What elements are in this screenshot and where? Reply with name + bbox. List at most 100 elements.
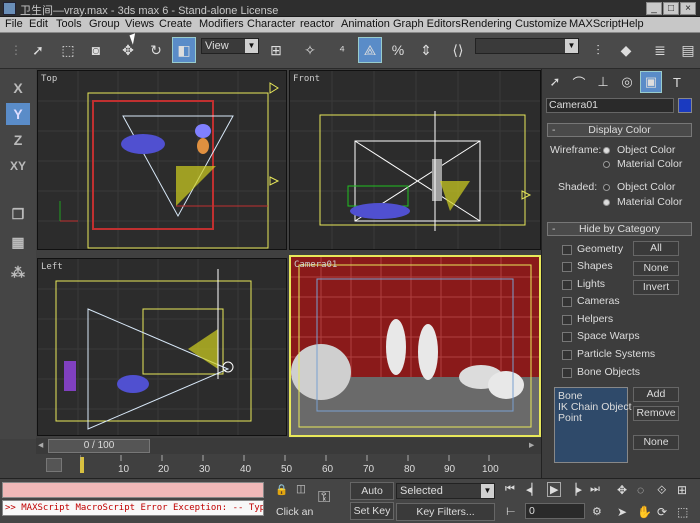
menu-views[interactable]: Views <box>125 18 154 30</box>
display-tab-icon[interactable]: ▣ <box>640 71 662 93</box>
create-tab-icon[interactable]: ➚ <box>544 71 566 93</box>
viewport-camera[interactable]: Camera01 <box>289 255 541 437</box>
wireframe-object-color-radio[interactable] <box>603 147 610 154</box>
lock-selection-icon[interactable]: 🔒 <box>275 483 288 496</box>
named-selection-dropdown[interactable]: ▼ <box>475 38 579 54</box>
none-button[interactable]: None <box>633 261 679 276</box>
viewport-top[interactable]: Top <box>37 70 287 250</box>
viewport-left[interactable]: Left <box>37 258 287 436</box>
menu-tools[interactable]: Tools <box>56 18 82 30</box>
geometry-checkbox[interactable] <box>562 245 572 255</box>
select-object-icon[interactable]: ➚ <box>26 37 50 63</box>
object-color-swatch[interactable] <box>678 98 692 113</box>
maximize-viewport-icon[interactable]: ⬚ <box>677 505 688 519</box>
category-list[interactable]: Bone IK Chain Object Point <box>554 387 632 463</box>
space-warps-checkbox[interactable] <box>562 332 572 342</box>
spacing-tool-icon[interactable]: ⁂ <box>6 261 30 283</box>
play-icon[interactable]: ▶ <box>547 482 562 497</box>
menu-file[interactable]: File <box>5 18 23 30</box>
invert-button[interactable]: Invert <box>633 280 679 295</box>
set-key-mode-icon[interactable]: ⚿ <box>318 489 330 507</box>
list-item[interactable]: Point <box>558 412 582 424</box>
previous-frame-icon[interactable]: ◂▏ <box>526 483 540 496</box>
menu-maxscript[interactable]: MAXScript <box>569 18 621 30</box>
axis-x-button[interactable]: X <box>6 77 30 99</box>
next-frame-icon[interactable]: ▕▸ <box>568 483 582 496</box>
time-slider[interactable]: ◂ 0 / 100 ▸ <box>36 438 541 454</box>
add-button[interactable]: Add <box>633 387 679 402</box>
curve-editor-icon[interactable]: ▤ <box>676 37 700 63</box>
utilities-tab-icon[interactable]: T <box>666 71 688 93</box>
set-key-button[interactable]: Set Key <box>350 502 394 520</box>
angle-snap-icon[interactable]: ⟁ <box>358 37 382 63</box>
zoom-icon[interactable]: ✥ <box>617 483 627 497</box>
snap-toggle-icon[interactable]: ⁴ <box>330 37 354 63</box>
particle-systems-checkbox[interactable] <box>562 350 572 360</box>
select-scale-icon[interactable]: ◧ <box>172 37 196 63</box>
go-to-start-icon[interactable]: ⏮ <box>505 483 515 496</box>
array-icon[interactable]: ❒ <box>6 203 30 225</box>
align-icon[interactable]: ◆ <box>614 37 638 63</box>
axis-xy-button[interactable]: XY <box>6 155 30 177</box>
named-selection-edit-icon[interactable]: ⟨⟩ <box>446 37 470 63</box>
mirror-icon[interactable]: ⫶ <box>586 37 610 63</box>
spinner-snap-icon[interactable]: ⇕ <box>414 37 438 63</box>
viewport-front[interactable]: Front <box>289 70 541 250</box>
menu-customize[interactable]: Customize <box>515 18 567 30</box>
auto-key-button[interactable]: Auto Key <box>350 482 394 513</box>
remove-button[interactable]: Remove <box>633 406 679 421</box>
menu-edit[interactable]: Edit <box>29 18 48 30</box>
modify-tab-icon[interactable]: ⌒ <box>568 71 590 93</box>
percent-snap-icon[interactable]: % <box>386 37 410 63</box>
maxscript-error-line[interactable]: >> MAXScript MacroScript Error Exception… <box>2 500 264 516</box>
time-slider-thumb[interactable]: 0 / 100 <box>48 439 150 453</box>
select-rotate-icon[interactable]: ↻ <box>144 37 168 63</box>
orbit-icon[interactable]: ⟳ <box>657 505 667 519</box>
viewport-label-front[interactable]: Front <box>293 74 320 84</box>
viewport-label-left[interactable]: Left <box>41 262 63 272</box>
object-name-field[interactable]: Camera01 <box>546 98 674 113</box>
menu-create[interactable]: Create <box>159 18 192 30</box>
track-bar[interactable]: 10 20 30 40 50 60 70 80 90 100 <box>36 455 541 477</box>
window-crossing-icon[interactable]: ◙ <box>84 37 108 63</box>
zoom-extents-all-icon[interactable]: ⊞ <box>677 483 687 497</box>
pivot-center-icon[interactable]: ⊞ <box>264 37 288 63</box>
axis-y-button[interactable]: Y <box>6 103 30 125</box>
slider-left-arrow-icon[interactable]: ◂ <box>38 439 43 451</box>
menu-help[interactable]: Help <box>621 18 644 30</box>
key-filters-button[interactable]: Key Filters... <box>396 503 495 521</box>
key-mode-toggle-icon[interactable]: ⊢ <box>506 505 516 518</box>
field-of-view-icon[interactable]: ➤ <box>617 505 627 519</box>
close-button[interactable]: × <box>680 2 696 15</box>
current-frame-field[interactable]: 0 <box>525 503 585 519</box>
menu-animation[interactable]: Animation <box>341 18 390 30</box>
maxscript-listener-top[interactable] <box>2 482 264 498</box>
menu-reactor[interactable]: reactor <box>300 18 334 30</box>
lights-checkbox[interactable] <box>562 280 572 290</box>
absolute-mode-icon[interactable]: ◫ <box>296 483 306 495</box>
hide-by-category-rollout-header[interactable]: - Hide by Category <box>547 222 692 236</box>
motion-tab-icon[interactable]: ◎ <box>616 71 638 93</box>
menu-graph-editors[interactable]: Graph Editors <box>393 18 461 30</box>
zoom-extents-icon[interactable]: ⟐ <box>657 483 666 498</box>
key-selection-dropdown[interactable]: Selected ▼ <box>396 483 495 499</box>
shaded-object-color-radio[interactable] <box>603 184 610 191</box>
maximize-button[interactable]: □ <box>663 2 679 15</box>
bone-objects-checkbox[interactable] <box>562 368 572 378</box>
zoom-all-icon[interactable]: ◌ <box>637 483 644 497</box>
shaded-material-color-radio[interactable] <box>603 199 610 206</box>
layer-manager-icon[interactable]: ≣ <box>648 37 672 63</box>
menu-group[interactable]: Group <box>89 18 120 30</box>
hierarchy-tab-icon[interactable]: ⊥ <box>592 71 614 93</box>
slider-right-arrow-icon[interactable]: ▸ <box>529 439 534 451</box>
go-to-end-icon[interactable]: ⏭ <box>590 483 600 496</box>
menu-modifiers[interactable]: Modifiers <box>199 18 244 30</box>
cameras-checkbox[interactable] <box>562 297 572 307</box>
wireframe-material-color-radio[interactable] <box>603 161 610 168</box>
viewport-label-camera[interactable]: Camera01 <box>294 260 337 270</box>
select-region-icon[interactable]: ⬚ <box>56 37 80 63</box>
menu-rendering[interactable]: Rendering <box>461 18 512 30</box>
shapes-checkbox[interactable] <box>562 262 572 272</box>
display-color-rollout-header[interactable]: - Display Color <box>547 123 692 137</box>
axis-z-button[interactable]: Z <box>6 129 30 151</box>
